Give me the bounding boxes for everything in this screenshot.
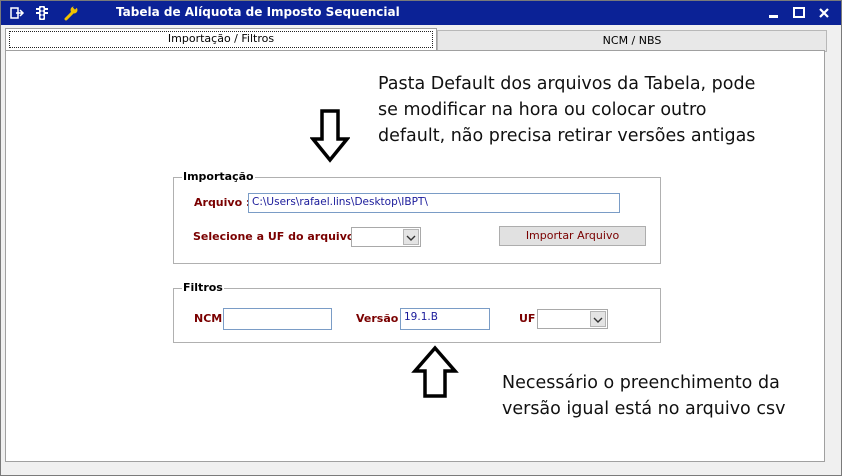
dropdown-button[interactable]: [590, 311, 606, 327]
app-window: Tabela de Alíquota de Imposto Sequencial…: [0, 0, 842, 476]
tab-focus-rect: [9, 31, 433, 48]
tab-ncm-nbs[interactable]: NCM / NBS: [437, 30, 827, 52]
wrench-icon[interactable]: [63, 5, 79, 21]
ncm-input[interactable]: [223, 308, 332, 330]
filtros-groupbox: Filtros NCM Versão 19.1.B UF: [173, 281, 661, 343]
uf-filtro-label: UF: [519, 312, 536, 325]
note-line: Pasta Default dos arquivos da Tabela, po…: [378, 74, 756, 94]
uf-filtro-select[interactable]: [537, 309, 608, 329]
importar-arquivo-button[interactable]: Importar Arquivo: [499, 226, 646, 246]
title-bar: Tabela de Alíquota de Imposto Sequencial: [1, 1, 841, 25]
chevron-down-icon: [406, 235, 416, 241]
note-line: versão igual está no arquivo csv: [502, 399, 786, 419]
close-icon[interactable]: [816, 5, 832, 21]
arrow-up-icon: [411, 345, 459, 398]
uf-arquivo-select[interactable]: [351, 227, 421, 247]
tab-importacao-filtros[interactable]: Importação / Filtros: [5, 28, 437, 51]
traffic-light-icon[interactable]: [34, 5, 50, 21]
arrow-down-icon: [310, 109, 350, 163]
tab-panel: Pasta Default dos arquivos da Tabela, po…: [5, 50, 825, 462]
filtros-legend: Filtros: [182, 281, 224, 294]
arquivo-input[interactable]: C:\Users\rafael.lins\Desktop\IBPT\: [248, 193, 620, 213]
tab-strip: Importação / Filtros NCM / NBS: [5, 28, 827, 52]
note-line: default, não precisa retirar versões ant…: [378, 126, 756, 146]
maximize-icon[interactable]: [791, 5, 807, 21]
tab-label: NCM / NBS: [602, 34, 662, 47]
versao-label: Versão: [356, 312, 399, 325]
dropdown-button[interactable]: [403, 229, 419, 245]
arquivo-label: Arquivo :: [194, 196, 251, 209]
note-line: se modificar na hora ou colocar outro: [378, 100, 707, 120]
note-default-folder: Pasta Default dos arquivos da Tabela, po…: [378, 71, 755, 149]
ncm-label: NCM: [194, 312, 223, 325]
note-line: Necessário o preenchimento da: [502, 373, 780, 393]
uf-arquivo-label: Selecione a UF do arquivo :: [193, 230, 363, 243]
exit-icon[interactable]: [9, 5, 25, 21]
note-versao: Necessário o preenchimento da versão igu…: [502, 370, 785, 422]
importacao-groupbox: Importação Arquivo : C:\Users\rafael.lin…: [173, 170, 661, 264]
chevron-down-icon: [593, 317, 603, 323]
window-title: Tabela de Alíquota de Imposto Sequencial: [116, 5, 400, 19]
importacao-legend: Importação: [182, 170, 255, 183]
versao-input[interactable]: 19.1.B: [400, 308, 490, 330]
minimize-icon[interactable]: [766, 5, 782, 21]
